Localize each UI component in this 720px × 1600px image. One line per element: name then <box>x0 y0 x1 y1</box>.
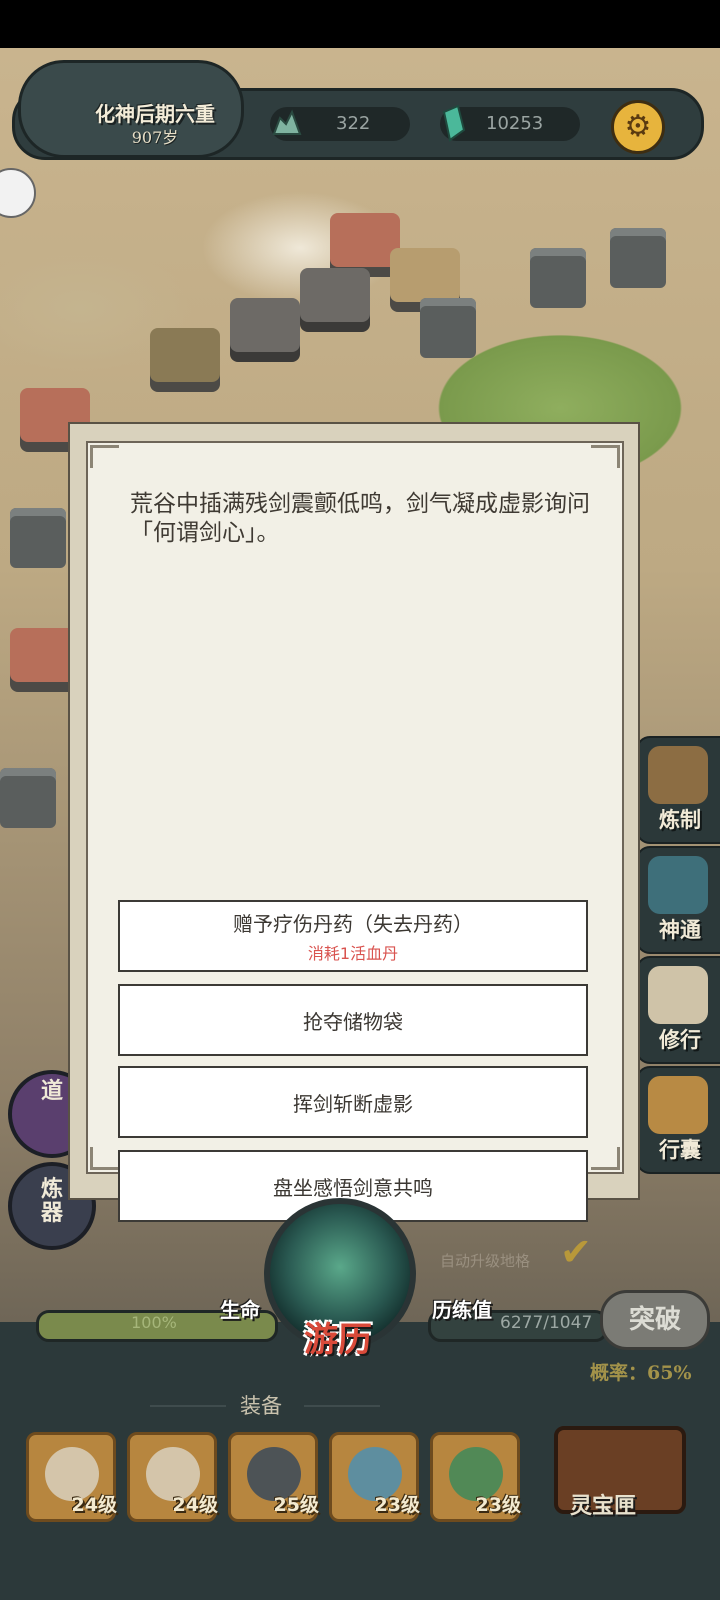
equipment-title: 装备 <box>240 1394 282 1418</box>
map-pillar <box>420 298 476 358</box>
map-pillar <box>610 228 666 288</box>
equipment-level: 23级 <box>475 1494 521 1516</box>
cauldron-icon <box>648 746 708 804</box>
powers-label: 神通 <box>659 918 701 942</box>
crystal-icon <box>438 104 468 142</box>
choice-rob-bag-button[interactable]: 抢夺储物袋 <box>118 984 588 1056</box>
choice-cost: 消耗1活血丹 <box>307 944 399 963</box>
map-tile[interactable] <box>300 268 370 322</box>
divider <box>304 1405 380 1407</box>
pouch-icon <box>648 1076 708 1134</box>
travel-label: 游历 <box>304 1320 372 1360</box>
corner-ornament <box>591 1147 620 1170</box>
cultivator-icon <box>648 966 708 1024</box>
corner-ornament <box>90 1147 119 1170</box>
event-description: 荒谷中插满残剑震颤低鸣，剑气凝成虚影询问「何谓剑心」。 <box>130 491 590 546</box>
breakthrough-button[interactable]: 突破 <box>600 1290 710 1350</box>
equipment-level: 24级 <box>71 1494 117 1516</box>
practice-button[interactable]: 修行 <box>636 956 720 1064</box>
map-pillar <box>0 768 56 828</box>
equipment-slot-jade[interactable]: 23级 <box>430 1432 521 1522</box>
map-tile[interactable] <box>230 298 300 352</box>
equipment-slot-armor[interactable]: 24级 <box>127 1432 218 1522</box>
settings-gear-icon[interactable]: ⚙ <box>611 100 665 154</box>
life-label: 生命 <box>220 1298 260 1322</box>
spirit-stone-value: 322 <box>336 113 371 134</box>
choice-label: 抢夺储物袋 <box>303 1009 403 1034</box>
spirit-stone-icon <box>270 108 304 138</box>
craft-button[interactable]: 炼制 <box>636 736 720 844</box>
corner-ornament <box>591 445 620 468</box>
equipment-slot-weapon[interactable]: 24级 <box>26 1432 117 1522</box>
map-pillar <box>10 508 66 568</box>
divider <box>150 1405 226 1407</box>
powers-button[interactable]: 神通 <box>636 846 720 954</box>
auto-upgrade-label: 自动升级地格 <box>440 1252 531 1270</box>
choice-give-medicine-button[interactable]: 赠予疗伤丹药（失去丹药） 消耗1活血丹 <box>118 900 588 972</box>
choice-label: 赠予疗伤丹药（失去丹药） <box>233 912 473 936</box>
auto-upgrade-checkmark-icon[interactable]: ✔ <box>560 1230 592 1274</box>
corner-ornament <box>90 445 119 468</box>
dao-label: 道 <box>40 1079 63 1104</box>
equipment-level: 23级 <box>374 1494 420 1516</box>
craft-label: 炼制 <box>659 808 701 832</box>
crystal-value: 10253 <box>486 113 544 134</box>
bag-button[interactable]: 行囊 <box>636 1066 720 1174</box>
experience-label: 历练值 <box>432 1298 492 1322</box>
equipment-level: 25级 <box>273 1494 319 1516</box>
equipment-slot-ring[interactable]: 23级 <box>329 1432 420 1522</box>
map-pillar <box>530 248 586 308</box>
bag-label: 行囊 <box>659 1138 701 1162</box>
equipment-slot-belt[interactable]: 25级 <box>228 1432 319 1522</box>
realm-title: 化神后期六重 <box>95 102 215 126</box>
practice-label: 修行 <box>659 1028 701 1052</box>
choice-slash-shadow-button[interactable]: 挥剑斩断虚影 <box>118 1066 588 1138</box>
treasure-box-label: 灵宝匣 <box>570 1494 637 1519</box>
yinyang-tile[interactable] <box>150 328 220 382</box>
equipment-level: 24级 <box>172 1494 218 1516</box>
choice-label: 挥剑斩断虚影 <box>293 1091 413 1116</box>
experience-value: 6277/1047 <box>500 1313 593 1333</box>
scroll-book-icon <box>648 856 708 914</box>
event-dialog <box>86 441 624 1174</box>
breakthrough-probability: 概率：65% <box>590 1362 692 1384</box>
age-label: 907岁 <box>131 128 179 147</box>
map-tile[interactable] <box>390 248 460 302</box>
refiner-label: 炼器 <box>40 1177 63 1226</box>
choice-label: 盘坐感悟剑意共鸣 <box>273 1175 433 1200</box>
